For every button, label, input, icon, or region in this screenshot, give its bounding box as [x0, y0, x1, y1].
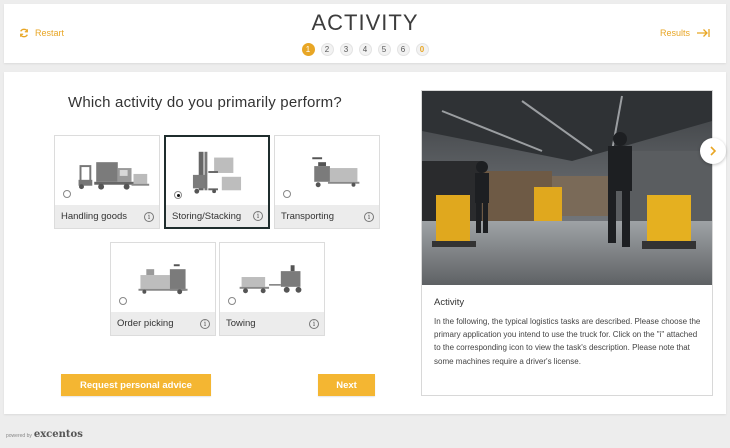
option-label-bar: Towing i [220, 312, 324, 335]
option-radio[interactable] [119, 297, 127, 305]
step-4[interactable]: 4 [358, 43, 372, 56]
option-card-handling-goods[interactable]: Handling goods i [54, 135, 160, 229]
results-label: Results [659, 28, 690, 38]
option-card-order-picking[interactable]: Order picking i [110, 242, 216, 336]
info-panel-title: Activity [434, 297, 465, 308]
powered-by: powered by excentos [6, 429, 83, 440]
option-label-bar: Transporting i [275, 205, 379, 228]
option-label-bar: Handling goods i [55, 205, 159, 228]
option-radio[interactable] [283, 190, 291, 198]
option-card-transporting[interactable]: Transporting i [274, 135, 380, 229]
powered-by-text: powered by [6, 433, 32, 439]
step-3[interactable]: 3 [339, 43, 353, 56]
header-bar: Restart ACTIVITY 1 2 3 4 5 6 0 Results [4, 4, 726, 63]
chevron-right-icon [710, 146, 717, 156]
main-panel: Which activity do you primarily perform?… [4, 72, 726, 414]
excentos-logo[interactable]: excentos [34, 429, 83, 440]
info-icon[interactable]: i [253, 211, 263, 221]
question-heading: Which activity do you primarily perform? [68, 94, 342, 111]
option-label: Handling goods [61, 211, 128, 222]
info-icon[interactable]: i [144, 211, 154, 222]
arrow-to-end-icon [697, 29, 710, 37]
option-radio[interactable] [174, 191, 182, 199]
option-label: Storing/Stacking [172, 210, 242, 222]
option-label-bar: Order picking i [111, 312, 215, 335]
option-label: Order picking [117, 318, 174, 329]
warehouse-photo [422, 91, 712, 285]
step-5[interactable]: 5 [377, 43, 391, 56]
option-label: Towing [226, 318, 256, 329]
info-panel-text: In the following, the typical logistics … [434, 317, 701, 366]
request-advice-button[interactable]: Request personal advice [61, 374, 211, 396]
step-indicator: 1 2 3 4 5 6 0 [4, 43, 726, 56]
info-icon[interactable]: i [364, 211, 374, 222]
results-link[interactable]: Results [660, 28, 710, 38]
step-6[interactable]: 6 [396, 43, 410, 56]
info-icon[interactable]: i [309, 318, 319, 329]
info-icon[interactable]: i [200, 318, 210, 329]
option-label: Transporting [281, 211, 334, 222]
option-label-bar: Storing/Stacking i [166, 205, 268, 227]
next-button[interactable]: Next [318, 374, 375, 396]
option-radio[interactable] [63, 190, 71, 198]
page-title: ACTIVITY [311, 10, 419, 35]
option-card-towing[interactable]: Towing i [219, 242, 325, 336]
step-results[interactable]: 0 [415, 43, 429, 56]
next-slide-button[interactable] [700, 138, 726, 164]
option-radio[interactable] [228, 297, 236, 305]
info-panel: Activity In the following, the typical l… [421, 90, 713, 396]
step-1[interactable]: 1 [301, 43, 315, 56]
option-card-storing-stacking[interactable]: Storing/Stacking i [164, 135, 270, 229]
step-2[interactable]: 2 [320, 43, 334, 56]
